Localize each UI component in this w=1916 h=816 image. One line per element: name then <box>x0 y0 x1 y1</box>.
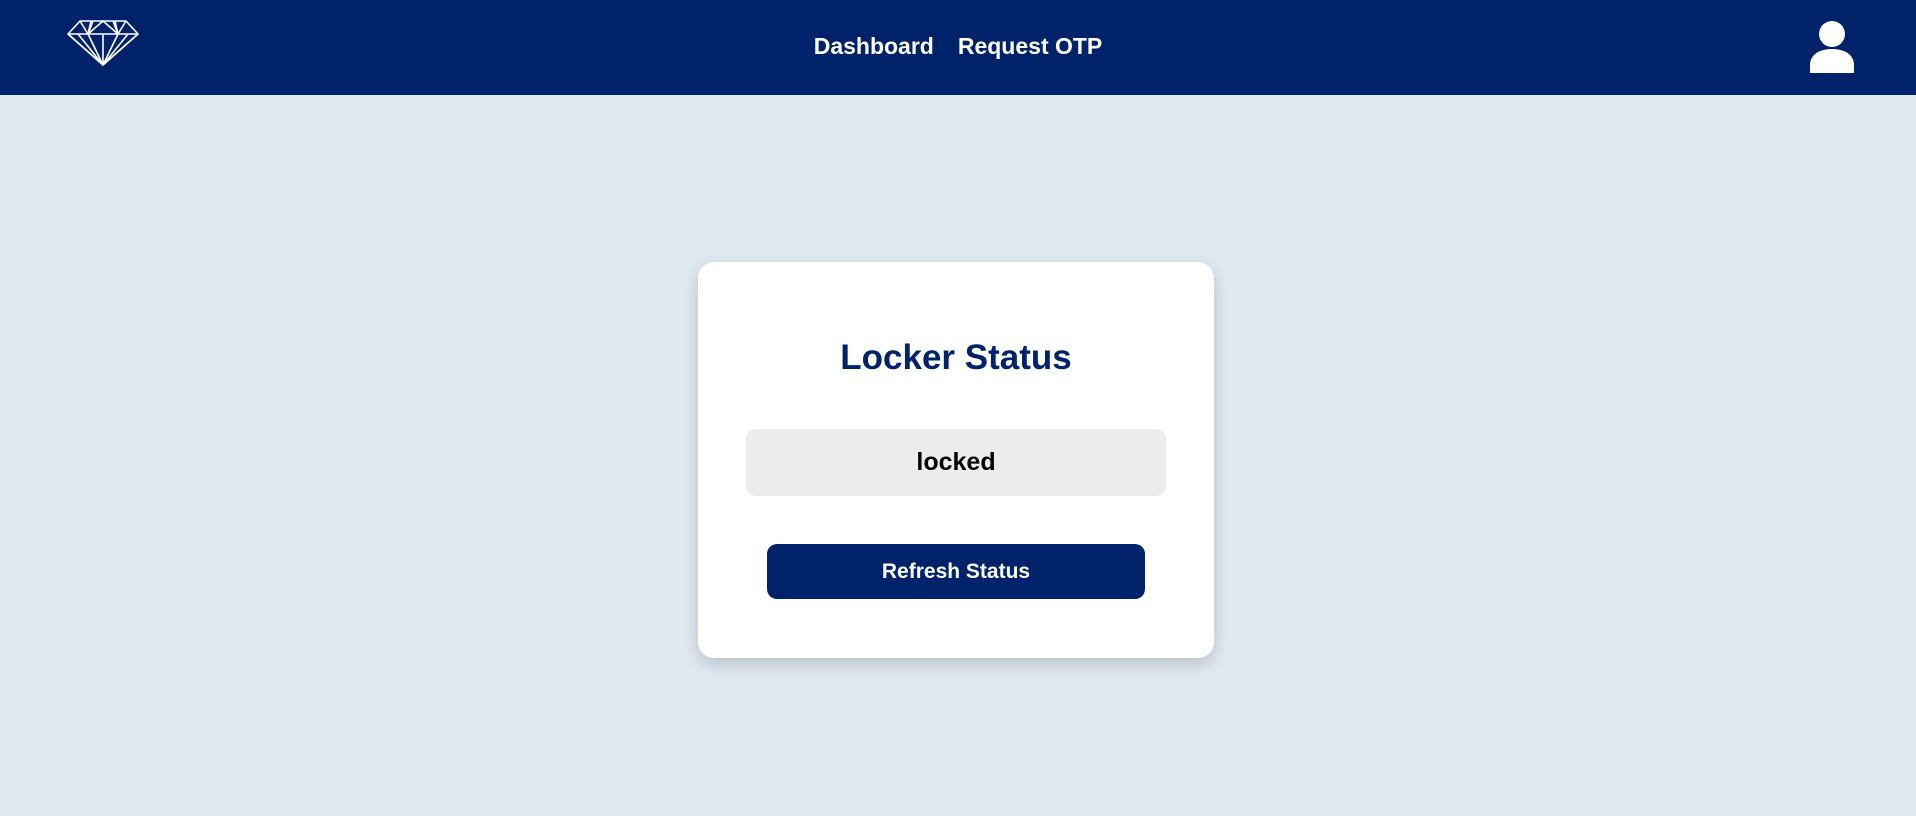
diamond-icon[interactable] <box>66 19 140 67</box>
nav-link-dashboard[interactable]: Dashboard <box>814 33 934 60</box>
nav-links: Dashboard Request OTP <box>0 0 1916 95</box>
top-navbar: Dashboard Request OTP <box>0 0 1916 95</box>
refresh-status-button[interactable]: Refresh Status <box>767 544 1145 599</box>
locker-status-card: Locker Status locked Refresh Status <box>698 262 1214 658</box>
locker-status-value: locked <box>746 429 1166 496</box>
user-icon[interactable] <box>1808 21 1856 73</box>
page-title: Locker Status <box>840 338 1072 377</box>
nav-link-request-otp[interactable]: Request OTP <box>958 33 1102 60</box>
